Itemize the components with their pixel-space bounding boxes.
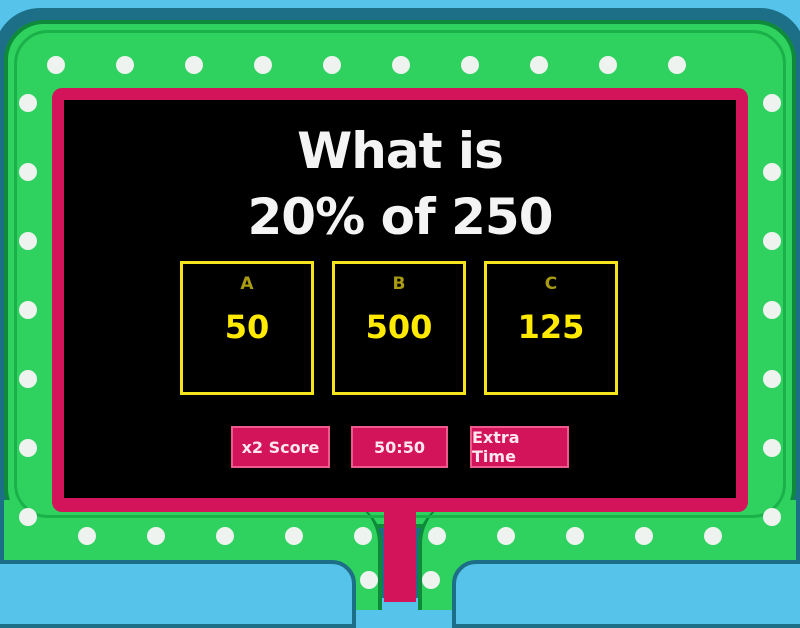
marquee-light xyxy=(422,571,440,589)
answer-value: 125 xyxy=(517,308,585,346)
marquee-light xyxy=(763,301,781,319)
marquee-light xyxy=(763,163,781,181)
marquee-light xyxy=(497,527,515,545)
marquee-light xyxy=(668,56,686,74)
marquee-light xyxy=(428,527,446,545)
answer-letter: C xyxy=(544,274,558,294)
marquee-light xyxy=(763,232,781,250)
marquee-light xyxy=(530,56,548,74)
marquee-light xyxy=(360,571,378,589)
marquee-light xyxy=(78,527,96,545)
marquee-light xyxy=(392,56,410,74)
marquee-light xyxy=(635,527,653,545)
marquee-light xyxy=(763,439,781,457)
answer-option-b[interactable]: B 500 xyxy=(332,261,466,395)
marquee-light xyxy=(763,370,781,388)
marquee-light xyxy=(461,56,479,74)
answer-option-a[interactable]: A 50 xyxy=(180,261,314,395)
marquee-light xyxy=(185,56,203,74)
marquee-light xyxy=(763,508,781,526)
marquee-light xyxy=(19,508,37,526)
marquee-light xyxy=(47,56,65,74)
question-line-2: 20% of 250 xyxy=(247,188,554,246)
answer-value: 50 xyxy=(224,308,270,346)
fifty-fifty-button[interactable]: 50:50 xyxy=(351,426,448,468)
marquee-light xyxy=(19,301,37,319)
answer-value: 500 xyxy=(365,308,433,346)
marquee-light xyxy=(19,370,37,388)
marquee-light xyxy=(323,56,341,74)
marquee-light xyxy=(19,232,37,250)
marquee-light xyxy=(147,527,165,545)
marquee-light xyxy=(763,94,781,112)
marquee-light xyxy=(19,94,37,112)
marquee-light xyxy=(704,527,722,545)
extra-time-button[interactable]: Extra Time xyxy=(470,426,569,468)
marquee-light xyxy=(354,527,372,545)
marquee-light xyxy=(566,527,584,545)
answer-letter: A xyxy=(240,274,254,294)
question-line-1: What is xyxy=(297,122,504,180)
marquee-light xyxy=(19,163,37,181)
lower-right-panel xyxy=(452,560,800,628)
double-score-button[interactable]: x2 Score xyxy=(231,426,330,468)
marquee-light xyxy=(19,439,37,457)
marquee-light xyxy=(116,56,134,74)
marquee-light xyxy=(599,56,617,74)
marquee-light xyxy=(254,56,272,74)
lower-left-panel xyxy=(0,560,356,628)
marquee-light xyxy=(285,527,303,545)
question-text: What is 20% of 250 xyxy=(64,118,736,250)
marquee-light xyxy=(216,527,234,545)
answer-option-c[interactable]: C 125 xyxy=(484,261,618,395)
answer-letter: B xyxy=(392,274,406,294)
